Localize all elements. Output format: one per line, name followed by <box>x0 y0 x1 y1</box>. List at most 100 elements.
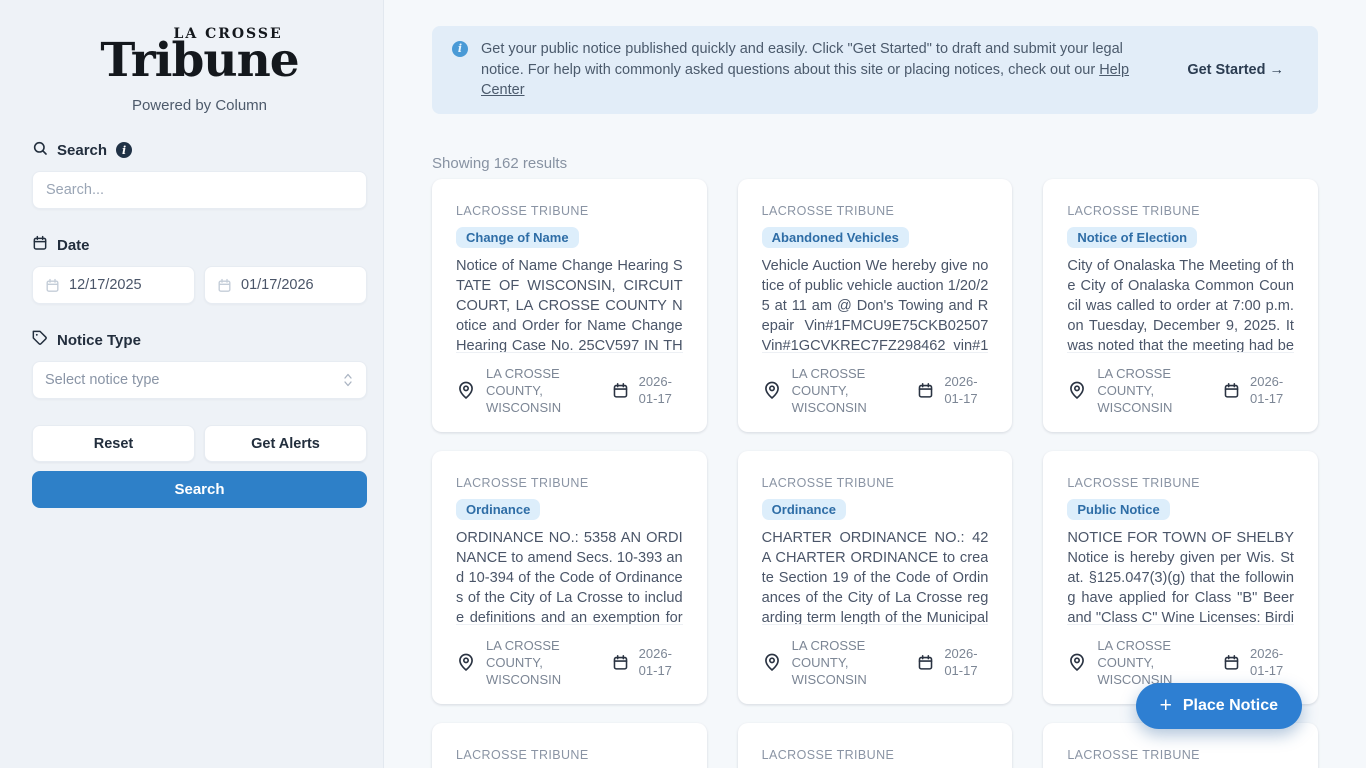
card-date: 2026-01-17 <box>612 645 683 679</box>
location-text: LA CROSSE COUNTY, WISCONSIN <box>1097 365 1223 416</box>
date-text: 2026-01-17 <box>639 373 683 407</box>
powered-by-column-text: Powered by Column <box>32 97 367 114</box>
chevron-updown-icon <box>342 373 354 387</box>
date-section-label: Date <box>57 237 90 254</box>
notice-card[interactable]: LACROSSE TRIBUNE Notice of Election City… <box>1043 179 1318 432</box>
publication-logo: LA CROSSE Tribune Powered by Column <box>32 26 367 114</box>
card-source: LACROSSE TRIBUNE <box>762 476 989 490</box>
notice-excerpt: City of Onalaska The Meeting of the City… <box>1067 256 1294 352</box>
card-date: 2026-01-17 <box>917 645 988 679</box>
notice-type-badge: Notice of Election <box>1067 227 1197 248</box>
card-source: LACROSSE TRIBUNE <box>762 204 989 218</box>
notice-card[interactable]: LACROSSE TRIBUNE Public Notice <box>738 723 1013 768</box>
date-text: 2026-01-17 <box>1250 373 1294 407</box>
card-source: LACROSSE TRIBUNE <box>456 748 683 762</box>
tag-icon <box>32 330 48 350</box>
notice-type-badge: Change of Name <box>456 227 579 248</box>
calendar-icon <box>32 235 48 255</box>
notice-card[interactable]: LACROSSE TRIBUNE Ordinance CHARTER ORDIN… <box>738 451 1013 704</box>
location-pin-icon <box>456 380 476 400</box>
place-notice-label: Place Notice <box>1183 697 1278 715</box>
get-started-banner: i Get your public notice published quick… <box>432 26 1318 114</box>
place-notice-button[interactable]: + Place Notice <box>1136 683 1302 729</box>
notice-type-badge: Ordinance <box>456 499 540 520</box>
date-to-input[interactable] <box>241 277 354 293</box>
location-pin-icon <box>762 652 782 672</box>
notice-type-badge: Public Notice <box>1067 499 1169 520</box>
notice-excerpt: Vehicle Auction We hereby give notice of… <box>762 256 989 352</box>
notice-type-placeholder: Select notice type <box>45 372 159 388</box>
results-count: Showing 162 results <box>432 155 1318 172</box>
location-text: LA CROSSE COUNTY, WISCONSIN <box>486 637 612 688</box>
results-area: i Get your public notice published quick… <box>384 0 1366 768</box>
notice-excerpt: ORDINANCE NO.: 5358 AN ORDINANCE to amen… <box>456 528 683 624</box>
calendar-icon <box>45 278 60 293</box>
search-icon <box>32 140 48 160</box>
banner-message: Get your public notice published quickly… <box>481 39 1166 101</box>
date-text: 2026-01-17 <box>944 373 988 407</box>
date-from-field[interactable] <box>32 266 195 304</box>
notice-type-select[interactable]: Select notice type <box>32 361 367 399</box>
search-section-header: Search i <box>32 140 367 160</box>
card-date: 2026-01-17 <box>1223 373 1294 407</box>
location-text: LA CROSSE COUNTY, WISCONSIN <box>1097 637 1223 688</box>
search-button[interactable]: Search <box>32 471 367 508</box>
calendar-icon <box>917 654 934 671</box>
location-pin-icon <box>456 652 476 672</box>
notice-card[interactable]: LACROSSE TRIBUNE Public Notice <box>432 723 707 768</box>
search-input[interactable] <box>32 171 367 209</box>
notice-excerpt: NOTICE FOR TOWN OF SHELBY Notice is here… <box>1067 528 1294 624</box>
date-text: 2026-01-17 <box>944 645 988 679</box>
location-text: LA CROSSE COUNTY, WISCONSIN <box>486 365 612 416</box>
calendar-icon <box>217 278 232 293</box>
card-date: 2026-01-17 <box>1223 645 1294 679</box>
location-text: LA CROSSE COUNTY, WISCONSIN <box>792 365 918 416</box>
card-source: LACROSSE TRIBUNE <box>456 204 683 218</box>
card-location: LA CROSSE COUNTY, WISCONSIN <box>1067 365 1223 416</box>
notice-excerpt: Notice of Name Change Hearing STATE OF W… <box>456 256 683 352</box>
card-source: LACROSSE TRIBUNE <box>1067 476 1294 490</box>
search-info-icon[interactable]: i <box>116 142 132 158</box>
notice-excerpt: CHARTER ORDINANCE NO.: 42 A CHARTER ORDI… <box>762 528 989 624</box>
banner-text: Get your public notice published quickly… <box>481 41 1123 78</box>
location-pin-icon <box>1067 652 1087 672</box>
notice-type-badge: Ordinance <box>762 499 846 520</box>
card-date: 2026-01-17 <box>612 373 683 407</box>
date-section-header: Date <box>32 235 367 255</box>
reset-button[interactable]: Reset <box>32 425 195 462</box>
notice-type-section-label: Notice Type <box>57 332 141 349</box>
notice-card[interactable]: LACROSSE TRIBUNE Abandoned Vehicles Vehi… <box>738 179 1013 432</box>
date-from-input[interactable] <box>69 277 182 293</box>
calendar-icon <box>1223 654 1240 671</box>
card-location: LA CROSSE COUNTY, WISCONSIN <box>762 637 918 688</box>
card-date: 2026-01-17 <box>917 373 988 407</box>
card-source: LACROSSE TRIBUNE <box>456 476 683 490</box>
card-location: LA CROSSE COUNTY, WISCONSIN <box>456 637 612 688</box>
info-icon: i <box>452 41 468 57</box>
calendar-icon <box>612 382 629 399</box>
notice-card[interactable]: LACROSSE TRIBUNE Change of Name Notice o… <box>432 179 707 432</box>
notice-type-badge: Abandoned Vehicles <box>762 227 909 248</box>
filter-sidebar: LA CROSSE Tribune Powered by Column Sear… <box>0 0 384 768</box>
search-section-label: Search <box>57 142 107 159</box>
calendar-icon <box>917 382 934 399</box>
card-location: LA CROSSE COUNTY, WISCONSIN <box>1067 637 1223 688</box>
get-alerts-button[interactable]: Get Alerts <box>204 425 367 462</box>
get-started-link[interactable]: Get Started → <box>1179 60 1298 81</box>
notice-card[interactable]: LACROSSE TRIBUNE Public Notice NOTICE FO… <box>1043 451 1318 704</box>
card-source: LACROSSE TRIBUNE <box>1067 748 1294 762</box>
notice-card[interactable]: LACROSSE TRIBUNE Notice of Election <box>1043 723 1318 768</box>
location-text: LA CROSSE COUNTY, WISCONSIN <box>792 637 918 688</box>
card-source: LACROSSE TRIBUNE <box>762 748 989 762</box>
card-location: LA CROSSE COUNTY, WISCONSIN <box>456 365 612 416</box>
date-to-field[interactable] <box>204 266 367 304</box>
location-pin-icon <box>762 380 782 400</box>
notice-type-section-header: Notice Type <box>32 330 367 350</box>
calendar-icon <box>612 654 629 671</box>
notice-card-grid: LACROSSE TRIBUNE Change of Name Notice o… <box>432 179 1318 768</box>
notice-card[interactable]: LACROSSE TRIBUNE Ordinance ORDINANCE NO.… <box>432 451 707 704</box>
date-text: 2026-01-17 <box>1250 645 1294 679</box>
plus-icon: + <box>1160 695 1172 716</box>
calendar-icon <box>1223 382 1240 399</box>
card-location: LA CROSSE COUNTY, WISCONSIN <box>762 365 918 416</box>
